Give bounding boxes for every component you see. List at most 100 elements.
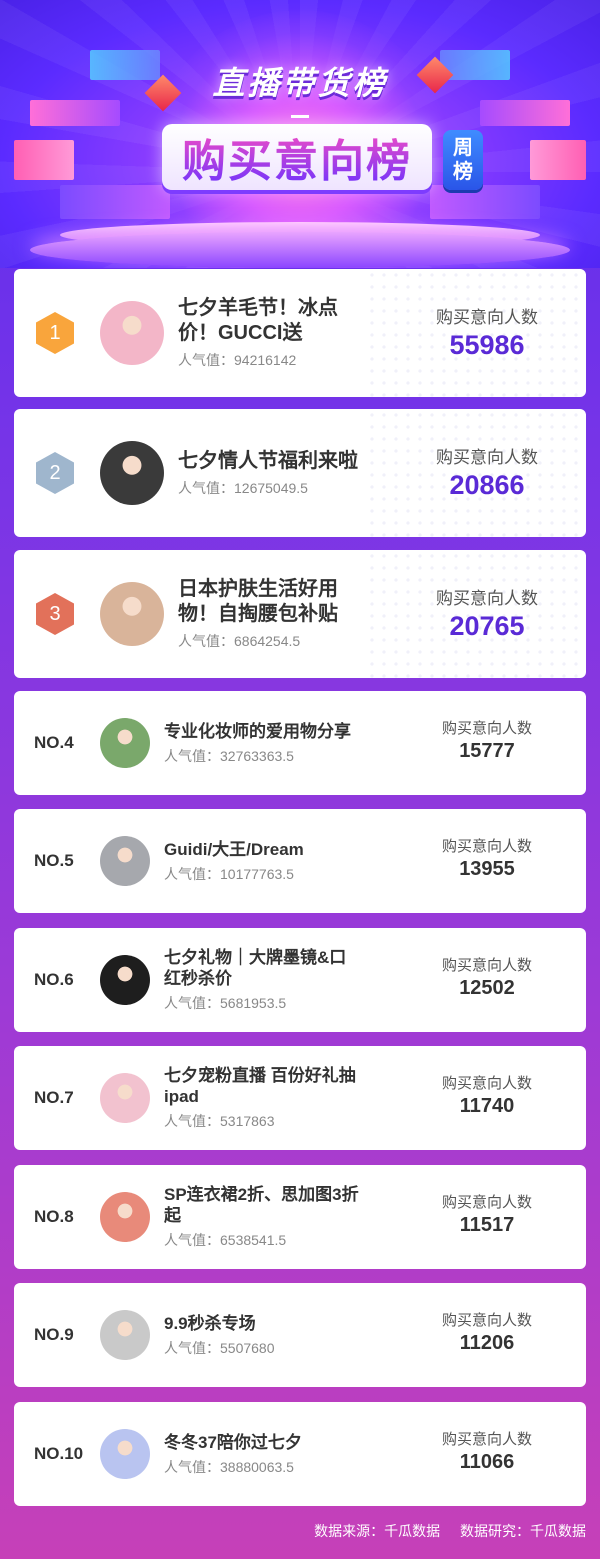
metric-label: 购买意向人数 xyxy=(436,308,538,327)
purchase-intent-metric: 购买意向人数 20866 xyxy=(412,443,562,501)
purchase-intent-metric: 购买意向人数 12502 xyxy=(412,954,562,1000)
metric-value: 11740 xyxy=(459,1095,515,1117)
ranking-card[interactable]: 2 七夕情人节福利来啦人气值：12675049.5 购买意向人数 20866 xyxy=(14,409,586,537)
rank-badge: 2 xyxy=(36,452,74,494)
streamer-name: SP连衣裙2折、思加图3折 xyxy=(164,1185,359,1204)
rank-badge: 3 xyxy=(36,593,74,635)
header-banner: 直播带货榜 购买意向榜 周 榜 xyxy=(0,0,600,268)
title-divider xyxy=(291,115,309,118)
popularity-value: 人气值：32763363.5 xyxy=(164,747,294,764)
streamer-name: 七夕礼物｜大牌墨镜&口 xyxy=(164,948,347,967)
ranking-card[interactable]: 1 七夕羊毛节！冰点 价！GUCCI送人气值：94216142 购买意向人数 55986 xyxy=(14,269,586,397)
streamer-avatar[interactable] xyxy=(100,1073,150,1123)
popularity-value: 人气值：12675049.5 xyxy=(178,479,308,496)
ranking-card[interactable]: NO.10 冬冬37陪你过七夕 人气值：38880063.5 购买意向人数 11066 xyxy=(14,1402,586,1506)
purchase-intent-metric: 购买意向人数 20765 xyxy=(412,584,562,642)
rank-label: NO.7 xyxy=(34,1088,74,1107)
popularity-value: 人气值：5317863 xyxy=(164,1113,275,1129)
streamer-avatar[interactable] xyxy=(100,1192,150,1242)
avatar-image xyxy=(100,1310,150,1360)
ranking-card[interactable]: 3 日本护肤生活好用 物！自掏腰包补贴人气值：6864254.5 购买意向人数 2076… xyxy=(14,550,586,678)
purchase-intent-metric: 购买意向人数 15777 xyxy=(412,717,562,763)
avatar-image xyxy=(100,1192,150,1242)
banner-title: 直播带货榜 xyxy=(212,64,388,102)
purchase-intent-metric: 购买意向人数 11517 xyxy=(412,1191,562,1237)
stage-base xyxy=(30,232,570,268)
avatar-image xyxy=(100,1429,150,1479)
streamer-avatar[interactable] xyxy=(100,836,150,886)
streamer-name: 物！自掏腰包补贴 xyxy=(178,603,338,625)
streamer-avatar[interactable] xyxy=(100,582,164,646)
ranking-card[interactable]: NO.8 SP连衣裙2折、思加图3折起人气值：6538541.5 购买意向人数 115… xyxy=(14,1165,586,1269)
purchase-intent-metric: 购买意向人数 13955 xyxy=(412,835,562,881)
popularity-value: 人气值：6864254.5 xyxy=(178,633,301,649)
avatar-image xyxy=(100,718,150,768)
metric-value: 20765 xyxy=(449,611,525,641)
popularity-value: 人气值：6538541.5 xyxy=(164,1232,287,1248)
metric-value: 15777 xyxy=(459,740,515,762)
streamer-name: 日本护肤生活好用 xyxy=(178,578,338,600)
popularity-value: 人气值：38880063.5 xyxy=(164,1458,294,1475)
metric-label: 购买意向人数 xyxy=(441,1431,532,1448)
metric-value: 55986 xyxy=(449,330,525,360)
metric-label: 购买意向人数 xyxy=(436,448,538,467)
deco-block xyxy=(60,185,170,219)
popularity-value: 人气值：5681953.5 xyxy=(164,995,287,1011)
ranking-card[interactable]: NO.7 七夕宠粉直播 百份好礼抽 ipad 人气值：5317863 购买意向人数 117… xyxy=(14,1046,586,1150)
streamer-avatar[interactable] xyxy=(100,718,150,768)
rank-label: NO.9 xyxy=(34,1325,74,1344)
streamer-name: 七夕羊毛节！冰点 xyxy=(178,297,338,319)
streamer-name: Guidi/大王/Dream xyxy=(164,839,304,859)
metric-label: 购买意向人数 xyxy=(441,1075,532,1092)
streamer-name: 七夕情人节福利来啦 xyxy=(178,449,358,472)
rank-label: NO.4 xyxy=(34,733,74,752)
weekly-badge: 周 榜 xyxy=(443,130,483,190)
rank-label: NO.6 xyxy=(34,970,74,989)
streamer-avatar[interactable] xyxy=(100,1310,150,1360)
avatar-image xyxy=(100,1073,150,1123)
metric-value: 11066 xyxy=(459,1451,515,1473)
ranking-card[interactable]: NO.9 9.9秒杀专场人气值：5507680 购买意向人数 11206 xyxy=(14,1283,586,1387)
footer-source: 数据来源：千瓜数据 xyxy=(314,1523,441,1539)
weekly-badge-char: 周 xyxy=(453,137,473,159)
metric-value: 11206 xyxy=(459,1332,515,1354)
metric-label: 购买意向人数 xyxy=(441,957,532,974)
purchase-intent-metric: 购买意向人数 11740 xyxy=(412,1072,562,1118)
metric-label: 购买意向人数 xyxy=(441,1312,532,1329)
purchase-intent-metric: 购买意向人数 55986 xyxy=(412,303,562,361)
banner-subtitle-box: 购买意向榜 xyxy=(162,124,432,190)
streamer-name: 红秒杀价 xyxy=(164,969,232,988)
metric-value: 13955 xyxy=(459,858,515,880)
streamer-name: 价！GUCCI送 xyxy=(178,322,303,344)
metric-label: 购买意向人数 xyxy=(441,1194,532,1211)
avatar-image xyxy=(100,301,164,365)
streamer-avatar[interactable] xyxy=(100,301,164,365)
metric-label: 购买意向人数 xyxy=(436,589,538,608)
popularity-value: 人气值：94216142 xyxy=(178,352,297,368)
streamer-avatar[interactable] xyxy=(100,1429,150,1479)
avatar-image xyxy=(100,582,164,646)
metric-value: 20866 xyxy=(449,470,525,500)
streamer-name: 七夕宠粉直播 百份好礼抽 xyxy=(164,1066,356,1085)
rank-badge: 1 xyxy=(36,312,74,354)
ranking-card[interactable]: NO.6 七夕礼物｜大牌墨镜&口 红秒杀价人气值：5681953.5 购买意向人数 12… xyxy=(14,928,586,1032)
streamer-name: 专业化妆师的爱用物分享 xyxy=(164,721,351,741)
metric-value: 12502 xyxy=(459,977,515,999)
streamer-name: 9.9秒杀专场 xyxy=(164,1313,256,1333)
avatar-image xyxy=(100,836,150,886)
metric-value: 11517 xyxy=(459,1214,515,1236)
weekly-badge-char: 榜 xyxy=(453,161,473,183)
deco-block xyxy=(430,185,540,219)
streamer-name: 起 xyxy=(164,1206,181,1225)
footer: 数据来源：千瓜数据 数据研究：千瓜数据 xyxy=(298,1521,586,1541)
ranking-card[interactable]: NO.5 Guidi/大王/Dream 人气值：10177763.5 购买意向人数 13… xyxy=(14,809,586,913)
rank-label: NO.8 xyxy=(34,1207,74,1226)
metric-label: 购买意向人数 xyxy=(441,838,532,855)
streamer-avatar[interactable] xyxy=(100,955,150,1005)
rank-label: NO.5 xyxy=(34,851,74,870)
ranking-card[interactable]: NO.4 专业化妆师的爱用物分享 人气值：32763363.5 购买意向人数 15777 xyxy=(14,691,586,795)
streamer-avatar[interactable] xyxy=(100,441,164,505)
deco-block xyxy=(14,140,74,180)
popularity-value: 人气值：5507680 xyxy=(164,1339,275,1356)
streamer-name: 冬冬37陪你过七夕 xyxy=(164,1432,302,1452)
